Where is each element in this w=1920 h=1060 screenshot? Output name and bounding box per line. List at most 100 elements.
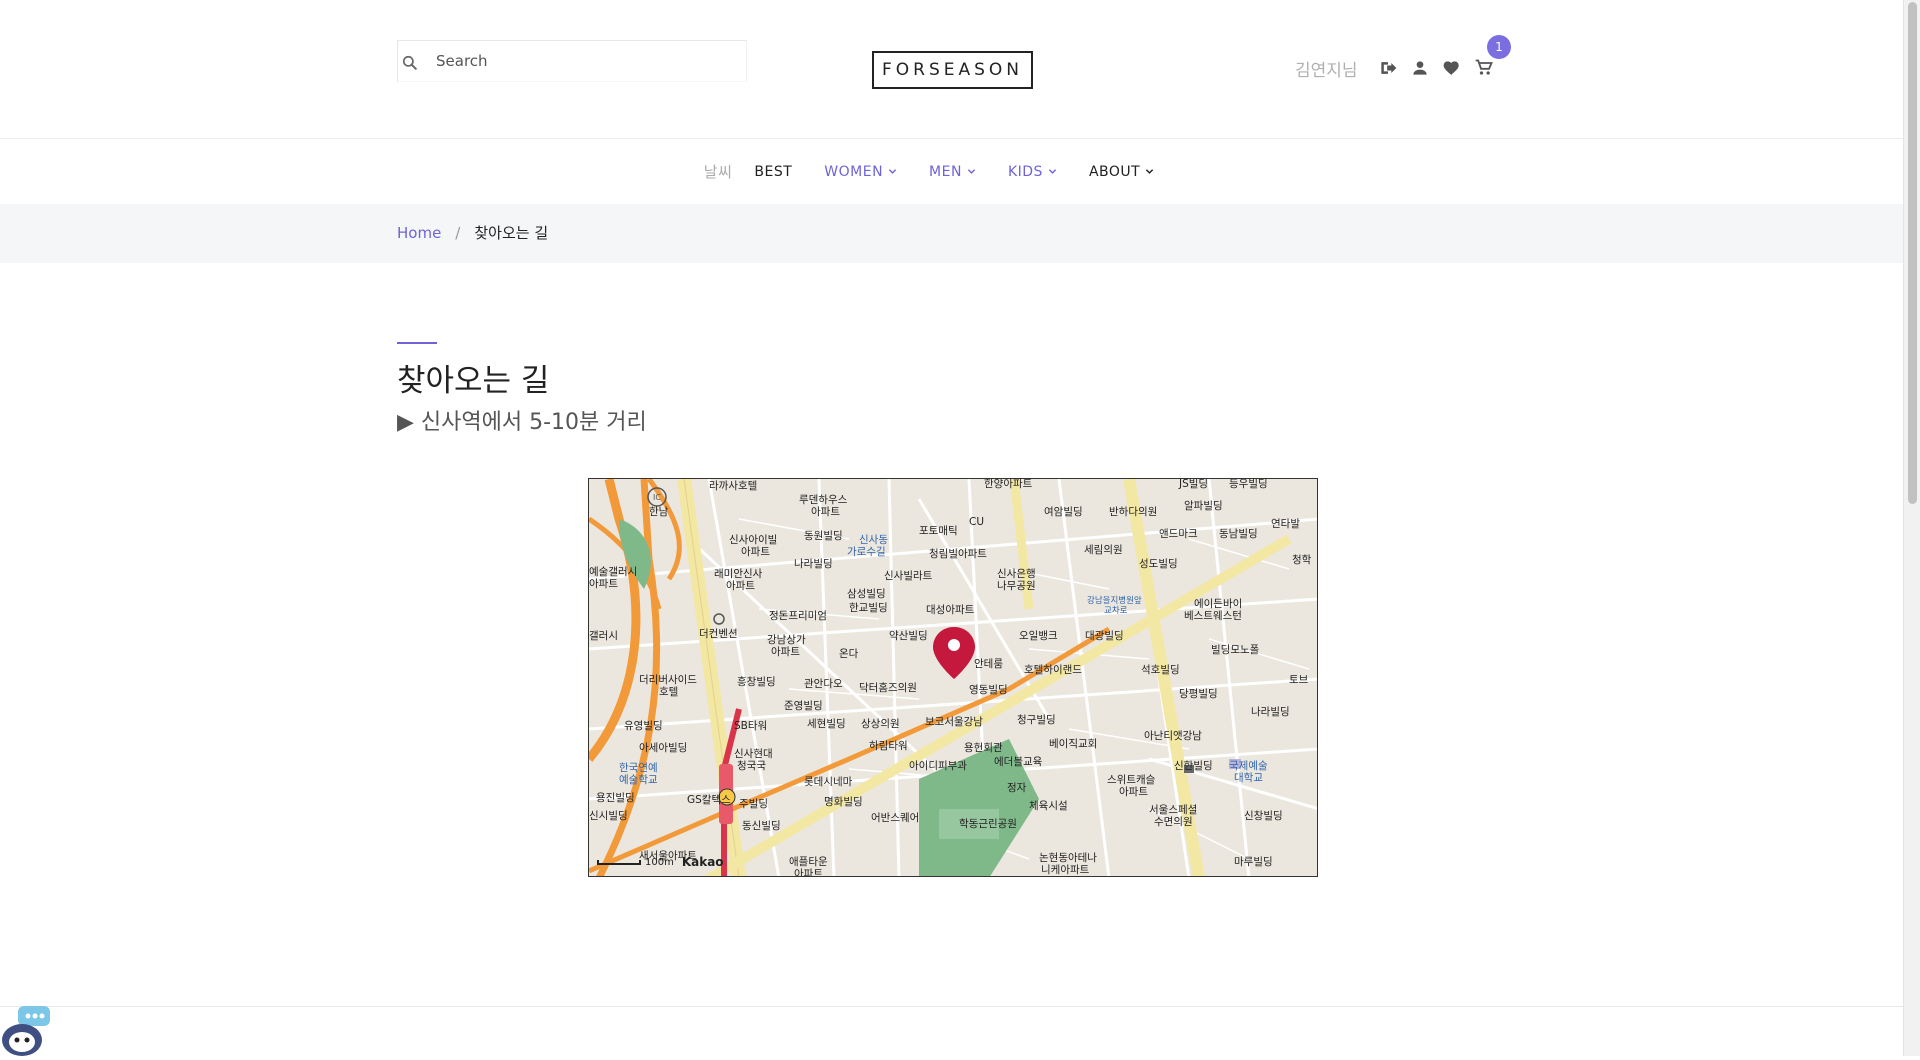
map-canvas[interactable]: IC 라까사호텔 한남 루덴하우스 아파트 동원빌딩 신사아이빌 아파트 신사동… (589, 479, 1318, 877)
breadcrumb-separator: / (455, 223, 461, 242)
chevron-down-icon (1048, 169, 1057, 174)
svg-text:세림의원: 세림의원 (1084, 544, 1123, 556)
svg-text:서울스페셜: 서울스페셜 (1149, 804, 1197, 816)
svg-text:당평빌딩: 당평빌딩 (1179, 688, 1218, 700)
svg-text:아파트: 아파트 (794, 868, 823, 877)
svg-text:신한빌딩: 신한빌딩 (1174, 760, 1213, 772)
logout-icon[interactable] (1378, 58, 1398, 78)
cart-count-badge: 1 (1487, 35, 1511, 59)
svg-text:명화빌딩: 명화빌딩 (824, 796, 863, 808)
svg-text:한교빌딩: 한교빌딩 (849, 602, 888, 614)
svg-text:대학교: 대학교 (1234, 772, 1263, 784)
svg-text:어반스퀘어: 어반스퀘어 (871, 812, 919, 824)
svg-text:한양아파트: 한양아파트 (984, 479, 1033, 490)
nav-item-women[interactable]: WOMEN (824, 164, 897, 180)
user-menu: 김연지님 (1295, 48, 1500, 88)
svg-text:스위트캐슬: 스위트캐슬 (1107, 773, 1156, 786)
svg-text:루덴하우스: 루덴하우스 (799, 493, 848, 506)
chatbot-icon[interactable] (0, 1004, 52, 1056)
svg-text:하림타워: 하림타워 (869, 739, 908, 752)
svg-text:대광빌딩: 대광빌딩 (1085, 630, 1124, 642)
breadcrumb-home-link[interactable]: Home (397, 224, 441, 242)
svg-text:약산빌딩: 약산빌딩 (889, 630, 928, 642)
svg-text:신사현대: 신사현대 (734, 748, 773, 760)
svg-text:세현빌딩: 세현빌딩 (807, 718, 846, 730)
chevron-down-icon (888, 169, 897, 174)
user-icon[interactable] (1410, 58, 1430, 78)
search-box[interactable] (397, 40, 747, 82)
nav-item-about[interactable]: ABOUT (1089, 164, 1154, 180)
svg-text:나라빌딩: 나라빌딩 (794, 558, 833, 570)
svg-text:오일뱅크: 오일뱅크 (1019, 629, 1058, 642)
svg-text:갤러시: 갤러시 (589, 630, 618, 642)
svg-text:청국국: 청국국 (737, 760, 766, 772)
svg-text:SB타워: SB타워 (734, 719, 767, 732)
location-map[interactable]: IC 라까사호텔 한남 루덴하우스 아파트 동원빌딩 신사아이빌 아파트 신사동… (588, 478, 1318, 877)
svg-text:정자: 정자 (1007, 782, 1027, 794)
svg-text:학동근린공원: 학동근린공원 (959, 818, 1017, 830)
search-input[interactable] (436, 48, 736, 74)
nav-label: WOMEN (824, 163, 884, 180)
svg-text:호텔: 호텔 (659, 686, 678, 698)
site-logo[interactable]: FORSEASON (872, 51, 1033, 89)
chatbot-launcher[interactable] (0, 1004, 52, 1056)
svg-text:앤드마크: 앤드마크 (1159, 528, 1198, 540)
svg-text:한남: 한남 (649, 506, 669, 518)
svg-text:삼성빌딩: 삼성빌딩 (847, 588, 886, 600)
svg-text:토브: 토브 (1289, 674, 1309, 686)
user-name[interactable]: 김연지님 (1295, 56, 1358, 81)
svg-text:신사은행: 신사은행 (997, 568, 1036, 580)
svg-text:예술갤러시: 예술갤러시 (589, 565, 637, 578)
svg-text:흥창빌딩: 흥창빌딩 (737, 675, 776, 688)
nav-label: BEST (754, 163, 793, 180)
svg-text:호텔하이랜드: 호텔하이랜드 (1024, 663, 1082, 676)
nav-item-kids[interactable]: KIDS (1008, 164, 1057, 180)
map-brand-logo[interactable]: Kakao (682, 855, 724, 869)
nav-weather[interactable]: 날씨 (704, 161, 733, 182)
svg-text:아파트: 아파트 (1119, 786, 1148, 798)
svg-text:닥터홈즈의원: 닥터홈즈의원 (859, 681, 917, 694)
svg-text:반하다의원: 반하다의원 (1109, 505, 1157, 518)
svg-text:아파트: 아파트 (741, 546, 770, 558)
breadcrumb-current: 찾아오는 길 (474, 224, 549, 242)
svg-text:등우빌딩: 등우빌딩 (1229, 479, 1268, 490)
heart-icon[interactable] (1442, 58, 1462, 78)
site-header: FORSEASON 김연지님 1 (0, 0, 1903, 139)
svg-text:CU: CU (969, 516, 984, 528)
svg-text:국제예술: 국제예술 (1229, 759, 1268, 772)
svg-text:예술학교: 예술학교 (619, 773, 658, 786)
svg-text:아세아빌딩: 아세아빌딩 (639, 742, 687, 754)
search-icon[interactable] (400, 53, 420, 73)
svg-text:여암빌딩: 여암빌딩 (1044, 506, 1083, 518)
svg-text:관안다오: 관안다오 (804, 678, 843, 690)
svg-text:용진빌딩: 용진빌딩 (596, 792, 635, 804)
cart-icon[interactable] (1474, 58, 1494, 78)
svg-text:강남을지병원앞: 강남을지병원앞 (1087, 595, 1142, 606)
svg-text:교차로: 교차로 (1104, 606, 1128, 616)
scrollbar-thumb[interactable] (1908, 2, 1917, 504)
svg-text:베이직교회: 베이직교회 (1049, 738, 1097, 750)
page-title: 찾아오는 길 (397, 363, 550, 399)
nav-label: MEN (929, 163, 962, 180)
svg-text:더리버사이드: 더리버사이드 (639, 674, 697, 686)
svg-text:나라빌딩: 나라빌딩 (1251, 706, 1290, 718)
svg-text:더컨벤션: 더컨벤션 (699, 628, 738, 640)
nav-item-best[interactable]: BEST (754, 164, 792, 180)
page-scrollbar[interactable] (1903, 0, 1920, 1056)
svg-text:아파트: 아파트 (771, 646, 800, 658)
svg-text:아난티앳강남: 아난티앳강남 (1144, 730, 1202, 742)
chevron-down-icon (1146, 169, 1154, 174)
nav-item-men[interactable]: MEN (929, 164, 976, 180)
scale-label: 100m (645, 856, 674, 868)
svg-text:빌딩모노폴: 빌딩모노폴 (1211, 644, 1260, 656)
svg-text:라까사호텔: 라까사호텔 (709, 480, 757, 492)
svg-text:아파트: 아파트 (589, 578, 618, 590)
svg-text:용헌회관: 용헌회관 (964, 742, 1003, 754)
svg-text:한국연예: 한국연예 (619, 761, 658, 774)
nav-label: KIDS (1007, 163, 1043, 180)
svg-text:영동빌딩: 영동빌딩 (969, 684, 1008, 696)
svg-text:청림빌아파트: 청림빌아파트 (929, 548, 987, 560)
svg-text:신창빌딩: 신창빌딩 (1244, 810, 1283, 822)
svg-text:가로수길: 가로수길 (847, 545, 886, 558)
svg-text:수면의원: 수면의원 (1154, 816, 1193, 828)
